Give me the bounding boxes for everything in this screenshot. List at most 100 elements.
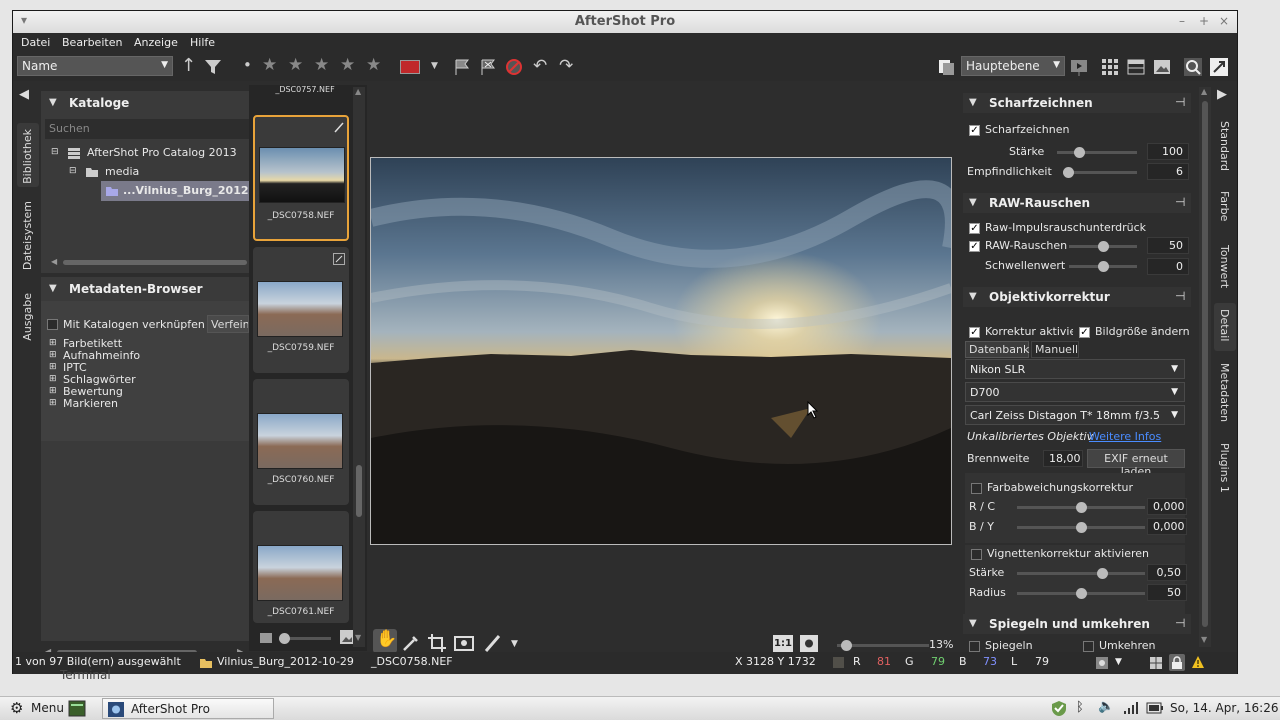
sharpen-sensitivity-slider[interactable] (1063, 167, 1137, 178)
slider-knob[interactable] (1074, 147, 1086, 158)
thumbnail[interactable]: _DSC0761.NEF (253, 511, 349, 623)
slider-knob[interactable] (1075, 522, 1087, 533)
expand-icon[interactable]: ⊞ (49, 350, 57, 360)
slider-knob[interactable] (1063, 167, 1074, 178)
color-label-dropdown-icon[interactable]: ▼ (431, 61, 438, 71)
lock-button[interactable] (1169, 654, 1185, 671)
gear-icon[interactable]: ⚙ (10, 699, 23, 717)
sort-up-arrow-icon[interactable]: ↑ (181, 55, 196, 76)
tab-bibliothek[interactable]: Bibliothek (17, 123, 39, 187)
sharpen-strength-value[interactable]: 100 (1147, 143, 1189, 160)
vignette-radius-value[interactable]: 50 (1147, 584, 1187, 601)
exif-reload-button[interactable]: EXIF erneut laden (1087, 449, 1185, 478)
sharpen-checkbox[interactable]: ✓ (969, 125, 980, 136)
collapse-catalog-icon[interactable]: ▼ (49, 97, 57, 108)
image-viewer[interactable]: ✋ ▼ 1:1 13% (369, 85, 955, 653)
clock[interactable]: So, 14. Apr, 16:26 (1170, 701, 1278, 715)
lens-maker-dropdown[interactable]: Nikon SLR ▼ (965, 359, 1185, 379)
threshold-slider[interactable] (1069, 261, 1137, 272)
flag-clear-icon[interactable] (505, 58, 523, 76)
collapse-metadata-icon[interactable]: ▼ (49, 283, 57, 294)
expand-icon[interactable]: ⊞ (49, 374, 57, 384)
scrollbar-thumb[interactable] (1202, 101, 1208, 627)
star-4-icon[interactable]: ★ (340, 55, 355, 75)
vignette-strength-slider[interactable] (1017, 568, 1145, 579)
menu-hilfe[interactable]: Hilfe (190, 36, 215, 49)
bluetooth-icon[interactable]: ᛒ (1076, 700, 1084, 715)
thumbnail-selected[interactable]: _DSC0758.NEF (253, 115, 349, 241)
pin-icon[interactable]: ⊣ (1175, 195, 1185, 209)
slider-knob[interactable] (1097, 261, 1109, 272)
tool-dropdown-icon[interactable]: ▼ (511, 639, 518, 649)
tab-datenbank[interactable]: Datenbank (965, 341, 1029, 358)
lens-header[interactable]: ▼ Objektivkorrektur ⊣ (963, 287, 1191, 307)
scroll-up-icon[interactable]: ▲ (1201, 87, 1207, 96)
close-icon[interactable]: × (1219, 14, 1229, 28)
tab-farbe[interactable]: Farbe (1215, 187, 1235, 233)
rc-slider[interactable] (1017, 502, 1145, 513)
rc-value[interactable]: 0,000 (1147, 498, 1187, 515)
eyedropper-icon[interactable] (401, 633, 421, 653)
star-2-icon[interactable]: ★ (288, 55, 303, 75)
shield-check-icon[interactable] (1050, 700, 1068, 717)
mirror-checkbox[interactable] (969, 641, 980, 652)
vignette-checkbox[interactable] (971, 549, 982, 560)
layer-combo[interactable]: Hauptebene ▼ (961, 56, 1065, 76)
slider-knob[interactable] (1096, 568, 1108, 579)
focal-length-value[interactable]: 18,00 (1043, 450, 1083, 467)
rotate-left-icon[interactable]: ↶ (533, 56, 547, 76)
expand-icon[interactable]: ⊞ (49, 338, 57, 348)
camera-dropdown[interactable]: D700 ▼ (965, 382, 1185, 402)
vignette-strength-value[interactable]: 0,50 (1147, 564, 1187, 581)
raw-noise-checkbox[interactable]: ✓ (969, 241, 980, 252)
collapse-right-panel-icon[interactable]: ▶ (1217, 87, 1227, 102)
thumb-small-icon[interactable] (259, 631, 273, 645)
tab-standard[interactable]: Standard (1215, 117, 1235, 179)
mirror-header[interactable]: ▼ Spiegeln und umkehren ⊣ (963, 614, 1191, 634)
slider-knob[interactable] (841, 640, 852, 651)
flag-pick-icon[interactable] (453, 58, 471, 76)
brush-icon[interactable] (483, 633, 505, 653)
vignette-radius-slider[interactable] (1017, 588, 1145, 599)
tab-detail[interactable]: Detail (1214, 303, 1236, 351)
tree-item-media[interactable]: media (105, 165, 139, 178)
catalog-h-scrollbar[interactable] (63, 260, 247, 265)
slider-knob[interactable] (279, 633, 290, 644)
tree-item-vilnius[interactable]: ...Vilnius_Burg_2012- (123, 184, 253, 197)
expand-icon[interactable]: ⊞ (49, 362, 57, 372)
thumb-size-slider[interactable] (279, 633, 331, 644)
tab-manuell[interactable]: Manuell (1031, 341, 1079, 358)
sharpen-strength-slider[interactable] (1057, 147, 1137, 158)
tree-item-catalog[interactable]: AfterShot Pro Catalog 2013 (87, 146, 237, 159)
lens-enable-checkbox[interactable]: ✓ (969, 327, 980, 338)
grid-toggle-icon[interactable] (1149, 656, 1163, 670)
battery-icon[interactable] (1146, 701, 1164, 715)
slider-knob[interactable] (1097, 241, 1109, 252)
tab-dateisystem[interactable]: Dateisystem (17, 197, 39, 273)
tab-tonwert[interactable]: Tonwert (1215, 241, 1235, 295)
catalog-search-input[interactable]: Suchen (45, 119, 249, 139)
lens-dropdown[interactable]: Carl Zeiss Distagon T* 18mm f/3.5 ▼ (965, 405, 1185, 425)
rotate-right-icon[interactable]: ↷ (559, 56, 573, 76)
zoom-slider[interactable] (837, 640, 929, 651)
refine-button[interactable]: Verfein (207, 315, 249, 333)
star-1-icon[interactable]: ★ (262, 55, 277, 75)
resize-checkbox[interactable]: ✓ (1079, 327, 1090, 338)
volume-icon[interactable]: 🔈 (1098, 699, 1114, 714)
layers-icon[interactable] (937, 58, 955, 76)
tools-v-scrollbar[interactable]: ▲ ▼ (1199, 87, 1211, 647)
threshold-value[interactable]: 0 (1147, 258, 1189, 275)
hand-tool-button[interactable]: ✋ (373, 629, 397, 653)
raw-noise-value[interactable]: 50 (1147, 237, 1189, 254)
network-signal-icon[interactable] (1122, 700, 1138, 716)
zoom-loupe-icon[interactable] (1183, 57, 1203, 77)
scroll-left-icon[interactable]: ◀ (51, 257, 57, 266)
maximize-icon[interactable]: + (1199, 14, 1209, 28)
slider-knob[interactable] (1075, 502, 1087, 513)
straighten-icon[interactable] (453, 633, 475, 653)
link-catalogs-checkbox[interactable] (47, 319, 58, 330)
taskbar-app-button[interactable]: AfterShot Pro (102, 698, 274, 719)
pin-icon[interactable]: ⊣ (1175, 289, 1185, 303)
sort-combo[interactable]: Name ▼ (17, 56, 173, 76)
tree-collapse-icon[interactable]: ⊟ (69, 166, 77, 176)
